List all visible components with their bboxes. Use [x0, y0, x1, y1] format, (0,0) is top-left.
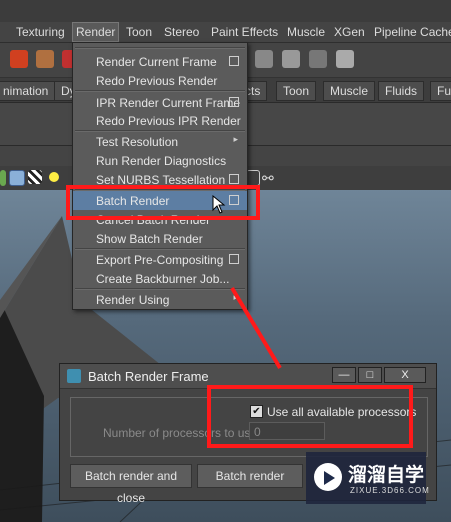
watermark: 溜溜自学 ZIXUE.3D66.COM: [306, 452, 429, 504]
watermark-name: 溜溜自学: [348, 465, 425, 486]
watermark-url: ZIXUE.3D66.COM: [350, 486, 430, 495]
play-icon: [324, 471, 335, 485]
annotation-arrow: [230, 286, 282, 370]
